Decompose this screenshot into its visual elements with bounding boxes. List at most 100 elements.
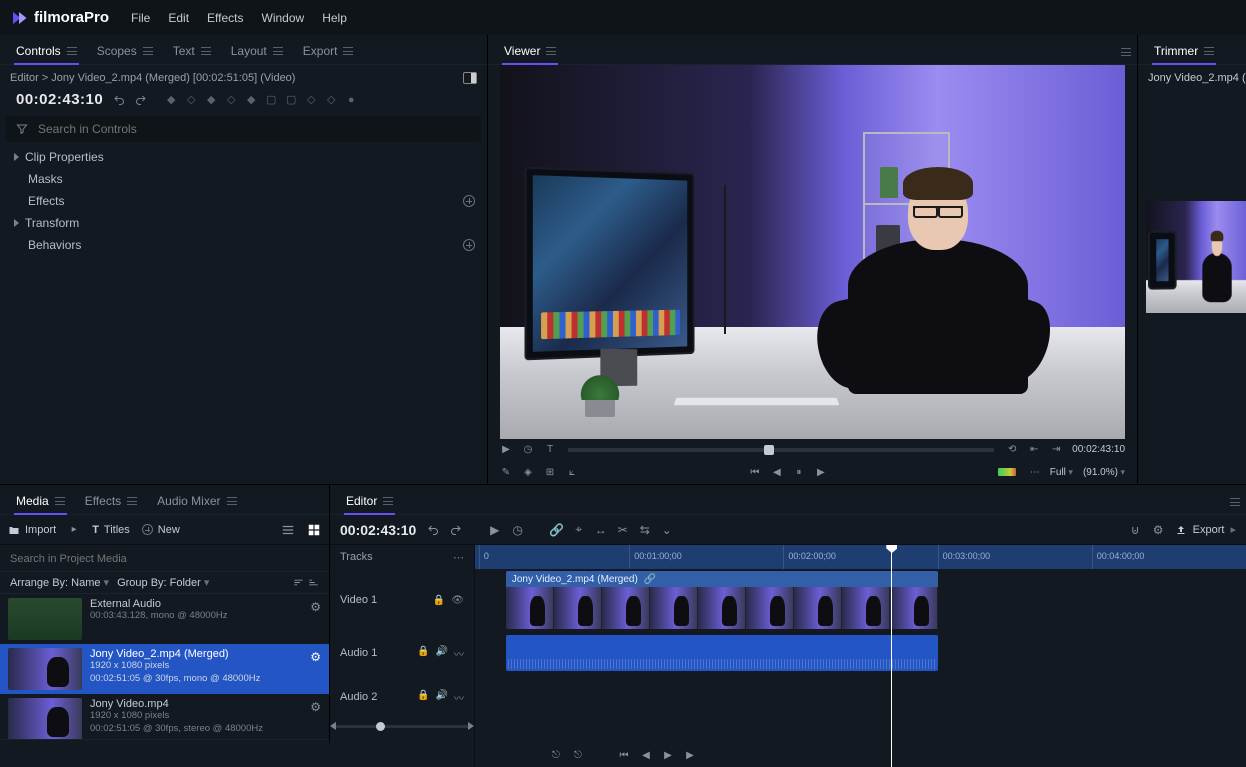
mask-tool-icon[interactable]: ◈	[522, 466, 534, 478]
menu-window[interactable]: Window	[262, 11, 305, 25]
media-item[interactable]: Jony Video_2.mp4 (Merged) 1920 x 1080 pi…	[0, 644, 329, 694]
media-item[interactable]: Jony Video.mp4 1920 x 1080 pixels 00:02:…	[0, 694, 329, 739]
ctrl-effects[interactable]: Effects	[0, 190, 487, 212]
tab-viewer[interactable]: Viewer	[494, 38, 566, 64]
ctrl-masks[interactable]: Masks	[0, 168, 487, 190]
lock-icon[interactable]: 🔒	[417, 646, 429, 661]
group-dropdown[interactable]: Group By: Folder	[117, 576, 209, 589]
zoom-in-icon[interactable]	[468, 722, 474, 730]
grid-view-icon[interactable]	[307, 523, 321, 537]
keyframe-toggle-icon[interactable]: ◇	[225, 94, 237, 106]
snap-icon[interactable]: ⌖	[572, 523, 585, 536]
tab-menu-icon[interactable]	[343, 47, 353, 55]
list-view-icon[interactable]	[281, 523, 295, 537]
gear-icon[interactable]: ⚙	[310, 700, 321, 714]
ctrl-clip-properties[interactable]: Clip Properties	[0, 146, 487, 168]
tab-menu-icon[interactable]	[127, 497, 137, 505]
keyframe-opt1-icon[interactable]: ▢	[265, 94, 277, 106]
rate-icon[interactable]: ⌄	[660, 523, 673, 536]
play-icon[interactable]: ▶	[488, 523, 501, 536]
media-item[interactable]: External Audio 00:03:43.128, mono @ 4800…	[0, 594, 329, 644]
magnet-icon[interactable]: ⊍	[1129, 523, 1142, 536]
keyframe-prev-icon[interactable]: ◆	[165, 94, 177, 106]
viewer-scrubber[interactable]	[568, 448, 994, 452]
ctrl-behaviors[interactable]: Behaviors	[0, 234, 487, 256]
menu-effects[interactable]: Effects	[207, 11, 243, 25]
tab-menu-icon[interactable]	[1204, 47, 1214, 55]
redo-icon[interactable]	[449, 523, 462, 536]
tab-menu-icon[interactable]	[273, 47, 283, 55]
track-area[interactable]: 0 00:01:00;00 00:02:00;00 00:03:00;00 00…	[475, 545, 1246, 767]
tab-audiomixer[interactable]: Audio Mixer	[147, 488, 246, 514]
tab-layout[interactable]: Layout	[221, 38, 293, 64]
tab-controls[interactable]: Controls	[6, 38, 87, 64]
loop-icon[interactable]: ⟲	[1006, 444, 1018, 456]
tab-text[interactable]: Text	[163, 38, 221, 64]
in-point-icon[interactable]: ⇤	[1028, 444, 1040, 456]
playhead[interactable]	[891, 545, 892, 767]
ripple-icon[interactable]: ↔	[594, 523, 607, 536]
tab-menu-icon[interactable]	[55, 497, 65, 505]
keyframe-opt4-icon[interactable]: ◇	[325, 94, 337, 106]
new-button[interactable]: New	[142, 524, 180, 536]
pause-icon[interactable]: ⏸	[793, 466, 805, 478]
eye-icon[interactable]: 👁	[451, 595, 464, 606]
sort-asc-icon[interactable]	[293, 577, 304, 588]
trimmer-canvas[interactable]	[1146, 201, 1246, 313]
tab-menu-icon[interactable]	[227, 497, 237, 505]
media-search[interactable]	[0, 545, 329, 571]
speaker-icon[interactable]: 🔊	[436, 646, 448, 661]
link-icon[interactable]: 🔗	[644, 574, 656, 585]
split-view-icon[interactable]	[463, 72, 477, 84]
ctrl-transform[interactable]: Transform	[0, 212, 487, 234]
add-behavior-icon[interactable]	[463, 239, 475, 251]
lock-icon[interactable]: 🔒	[433, 595, 445, 606]
media-search-input[interactable]	[10, 553, 319, 565]
link-icon[interactable]: 🔗	[550, 523, 563, 536]
tracks-menu-icon[interactable]: ⋯	[453, 551, 464, 564]
tab-media[interactable]: Media	[6, 488, 75, 514]
track-audio-2[interactable]	[475, 675, 1246, 719]
sort-desc-icon[interactable]	[308, 577, 319, 588]
text-tool-icon[interactable]: T	[544, 444, 556, 456]
stopwatch-icon[interactable]: ◷	[511, 523, 524, 536]
step-fwd-icon[interactable]: ▶	[815, 466, 827, 478]
tab-editor[interactable]: Editor	[336, 488, 403, 514]
transform-tool-icon[interactable]: ⊞	[544, 466, 556, 478]
gear-icon[interactable]: ⚙	[1152, 523, 1165, 536]
crop-tool-icon[interactable]: ⟀	[566, 466, 578, 478]
quality-dropdown[interactable]: Full	[1050, 467, 1073, 478]
import-more-icon[interactable]: ▸	[68, 524, 80, 536]
wave-icon[interactable]: 〰	[454, 646, 464, 661]
tab-effects[interactable]: Effects	[75, 488, 147, 514]
lock-icon[interactable]: 🔒	[417, 690, 429, 705]
tab-menu-icon[interactable]	[546, 47, 556, 55]
arrange-dropdown[interactable]: Arrange By: Name	[10, 576, 109, 589]
track-video-1[interactable]: Jony Video_2.mp4 (Merged) 🔗	[475, 569, 1246, 631]
timeline-ruler[interactable]: 0 00:01:00;00 00:02:00;00 00:03:00;00 00…	[475, 545, 1246, 569]
menu-file[interactable]: File	[131, 11, 150, 25]
panel-menu-icon[interactable]	[1230, 498, 1240, 506]
out-point-icon[interactable]: ⇥	[1050, 444, 1062, 456]
tab-scopes[interactable]: Scopes	[87, 38, 163, 64]
viewer-canvas[interactable]	[500, 65, 1125, 439]
video-clip[interactable]: Jony Video_2.mp4 (Merged) 🔗	[506, 571, 938, 629]
tab-trimmer[interactable]: Trimmer	[1144, 38, 1224, 64]
export-button[interactable]: Export ▸	[1175, 523, 1236, 536]
redo-icon[interactable]	[135, 94, 147, 106]
step-back-icon[interactable]: ◀	[771, 466, 783, 478]
track-header-audio1[interactable]: Audio 1 🔒 🔊 〰	[330, 631, 474, 675]
controls-timecode[interactable]: 00:02:43:10	[16, 91, 103, 108]
panel-menu-icon[interactable]	[1121, 48, 1131, 56]
tab-menu-icon[interactable]	[201, 47, 211, 55]
zoom-dropdown[interactable]: (91.0%)	[1083, 467, 1125, 478]
track-audio-1[interactable]	[475, 631, 1246, 675]
wave-icon[interactable]: 〰	[454, 690, 464, 705]
tab-menu-icon[interactable]	[383, 497, 393, 505]
edit-tool-icon[interactable]: ✎	[500, 466, 512, 478]
keyframe-icon[interactable]: ◇	[185, 94, 197, 106]
goto-start-icon[interactable]: ⏮	[749, 466, 761, 478]
slip-icon[interactable]: ⇆	[638, 523, 651, 536]
undo-icon[interactable]	[113, 94, 125, 106]
stopwatch-icon[interactable]: ◷	[522, 444, 534, 456]
